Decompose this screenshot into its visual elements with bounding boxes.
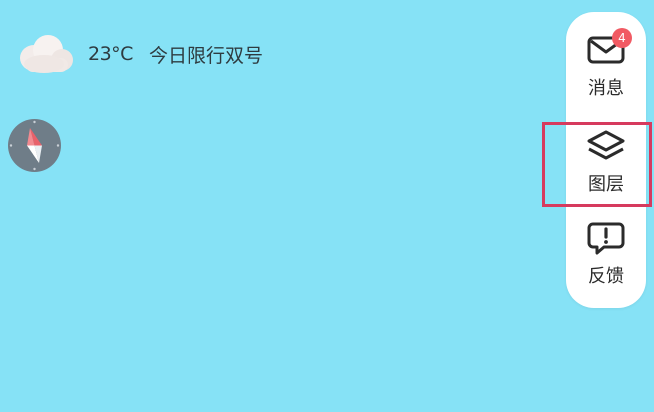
temperature-text: 23°C (88, 43, 133, 65)
map-side-panel: 4 消息 图层 反馈 (566, 12, 646, 308)
message-count-badge: 4 (612, 28, 632, 48)
envelope-icon: 4 (586, 28, 632, 68)
traffic-restriction-text: 今日限行双号 (148, 44, 263, 67)
feedback-button[interactable]: 反馈 (566, 220, 646, 310)
cloud-icon (16, 32, 74, 76)
feedback-label: 反馈 (588, 266, 624, 287)
compass-icon[interactable] (7, 118, 62, 173)
messages-button[interactable]: 4 消息 (566, 28, 646, 122)
layers-label: 图层 (588, 174, 624, 195)
layers-button[interactable]: 图层 (566, 128, 646, 218)
weather-widget: 23°C 今日限行双号 (16, 30, 263, 78)
layers-icon (586, 128, 626, 164)
messages-label: 消息 (588, 78, 624, 99)
feedback-icon (586, 220, 626, 256)
